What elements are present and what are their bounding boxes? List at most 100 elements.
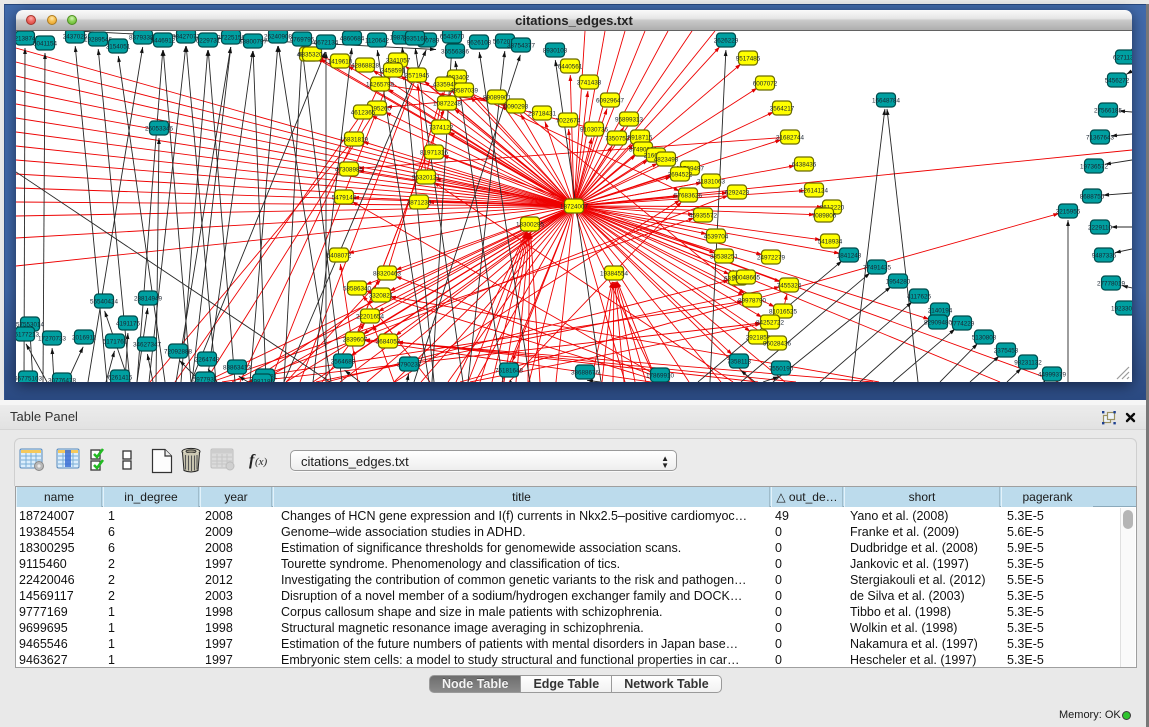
svg-text:34627347: 34627347 [133,341,162,348]
svg-text:(x): (x) [255,456,268,468]
svg-text:55540424: 55540424 [90,298,119,305]
svg-text:5918715: 5918715 [628,134,653,141]
svg-text:47308985: 47308985 [335,166,364,173]
svg-text:7550190: 7550190 [769,365,794,372]
svg-text:38688676: 38688676 [571,369,600,376]
svg-text:7358113: 7358113 [727,358,752,365]
svg-text:68353204: 68353204 [298,51,327,58]
svg-text:81016525: 81016525 [769,308,798,315]
svg-text:7774229: 7774229 [950,320,975,327]
svg-text:45935572: 45935572 [689,212,718,219]
svg-text:39587039: 39587039 [450,87,479,94]
svg-text:30776478: 30776478 [48,377,77,382]
svg-text:38538251: 38538251 [710,253,739,260]
svg-text:8688755: 8688755 [1080,193,1105,200]
svg-text:6672134: 6672134 [314,39,339,46]
svg-text:71367643: 71367643 [1086,134,1115,141]
svg-text:57683626: 57683626 [674,192,703,199]
svg-text:27566185: 27566185 [1094,107,1123,114]
svg-text:26240908: 26240908 [264,33,293,40]
svg-text:9626108: 9626108 [467,39,492,46]
svg-text:65177213: 65177213 [16,331,39,338]
svg-text:83863413: 83863413 [223,364,252,371]
svg-text:44999379: 44999379 [1038,371,1067,378]
svg-text:91030736: 91030736 [580,126,609,133]
svg-text:90048665: 90048665 [732,274,761,281]
svg-text:5418934: 5418934 [818,238,843,245]
svg-text:28814949: 28814949 [134,295,163,302]
svg-text:4539704: 4539704 [704,233,729,240]
svg-text:38754377: 38754377 [507,42,536,49]
svg-text:4612365: 4612365 [351,109,376,116]
svg-text:2694522: 2694522 [668,171,693,178]
svg-text:31831063: 31831063 [697,178,726,185]
svg-text:22201654: 22201654 [356,313,385,320]
svg-text:5171761: 5171761 [103,338,128,345]
svg-text:19384554: 19384554 [600,270,629,277]
svg-text:42868828: 42868828 [351,62,380,69]
svg-text:60929647: 60929647 [596,97,625,104]
svg-text:6007072: 6007072 [753,80,778,87]
svg-text:6271130: 6271130 [1113,54,1132,61]
svg-text:3564217: 3564217 [770,105,795,112]
svg-text:4191175: 4191175 [116,320,141,327]
svg-text:31682744: 31682744 [776,134,805,141]
svg-text:3320821: 3320821 [369,292,394,299]
svg-text:3215955: 3215955 [1056,208,1081,215]
svg-text:7455324: 7455324 [777,282,802,289]
svg-text:1120642: 1120642 [365,37,390,44]
svg-text:1981186: 1981186 [250,378,275,382]
svg-text:2264748: 2264748 [195,356,220,363]
svg-text:89978790: 89978790 [738,297,767,304]
svg-text:1954280: 1954280 [886,278,911,285]
svg-text:1841248: 1841248 [837,252,862,259]
svg-text:19736572: 19736572 [1080,163,1109,170]
svg-text:18300295: 18300295 [516,221,545,228]
svg-text:19233013: 19233013 [1111,305,1132,312]
svg-text:23718431: 23718431 [528,110,557,117]
svg-text:7022674: 7022674 [556,117,581,124]
svg-text:5977931: 5977931 [193,376,218,382]
svg-text:2839607: 2839607 [343,336,368,343]
svg-text:8090293: 8090293 [504,103,529,110]
svg-text:6438436: 6438436 [792,161,817,168]
svg-text:15831819: 15831819 [340,136,369,143]
svg-text:2458591: 2458591 [381,67,406,74]
svg-text:8930103: 8930103 [543,47,568,54]
svg-text:6440561: 6440561 [558,63,583,70]
svg-text:16648784: 16648784 [872,97,901,104]
svg-text:88320463: 88320463 [373,270,402,277]
svg-text:58586340: 58586340 [343,285,372,292]
svg-text:84252722: 84252722 [756,319,785,326]
svg-text:5130808: 5130808 [972,334,997,341]
svg-text:2564689: 2564689 [331,358,356,365]
svg-text:72092888: 72092888 [164,348,193,355]
svg-text:8935169: 8935169 [403,35,428,42]
svg-text:4769795: 4769795 [290,36,315,43]
svg-text:82909480: 82909480 [924,319,953,326]
svg-text:3790237: 3790237 [397,361,422,368]
svg-text:95320121: 95320121 [412,174,441,181]
svg-text:3741438: 3741438 [577,79,602,86]
svg-text:10872248: 10872248 [433,100,462,107]
svg-text:2571945: 2571945 [405,72,430,79]
svg-text:66775103: 66775103 [16,375,42,382]
svg-text:95899313: 95899313 [615,116,644,123]
svg-text:81971316: 81971316 [420,149,449,156]
svg-text:7374122: 7374122 [429,124,454,131]
svg-text:9517485: 9517485 [736,55,761,62]
svg-text:3684052: 3684052 [376,338,401,345]
svg-text:9487336: 9487336 [1092,252,1117,259]
svg-text:5408072: 5408072 [327,252,352,259]
svg-text:17270733: 17270733 [38,335,67,342]
svg-text:12614124: 12614124 [800,187,829,194]
svg-text:4860684: 4860684 [340,35,365,42]
svg-text:6292423: 6292423 [725,189,750,196]
svg-text:96028436: 96028436 [763,340,792,347]
svg-text:5456272: 5456272 [1105,77,1130,84]
svg-text:77491435: 77491435 [863,264,892,271]
svg-text:98231132: 98231132 [1014,359,1042,366]
svg-text:2626229: 2626229 [714,37,739,44]
svg-text:6543670: 6543670 [440,33,465,40]
svg-text:27778019: 27778019 [1097,280,1126,287]
